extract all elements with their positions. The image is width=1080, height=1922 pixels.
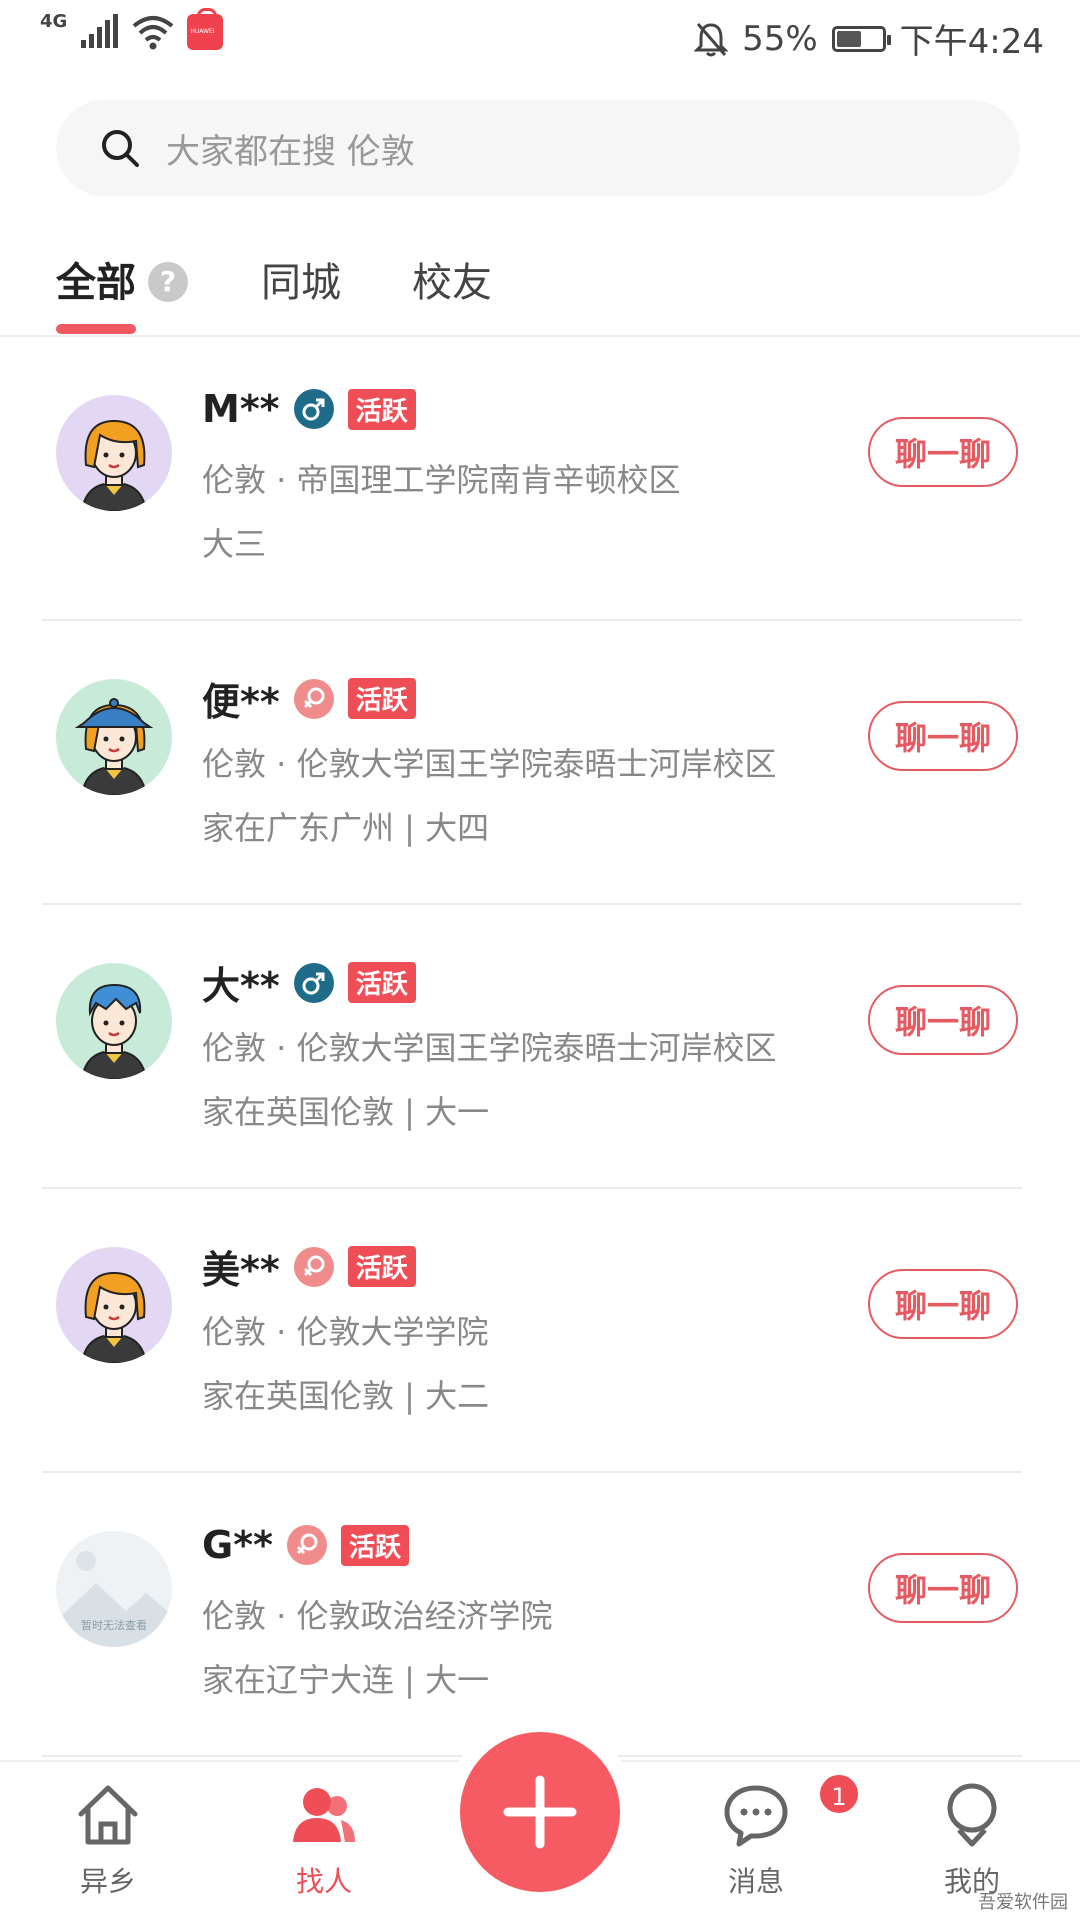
status-left: 4G HUAWEI	[40, 8, 224, 50]
svg-text:暂时无法查看: 暂时无法查看	[81, 1618, 147, 1632]
user-info: 大三	[202, 525, 267, 563]
chat-button[interactable]: 聊一聊	[868, 985, 1018, 1055]
name-row: 便** 活跃	[202, 671, 416, 726]
female-icon	[293, 1246, 334, 1287]
avatar[interactable]	[56, 1247, 172, 1363]
nav-messages[interactable]: 1 消息	[676, 1772, 861, 1900]
name-row: 大** 活跃	[202, 955, 416, 1010]
search-placeholder: 大家都在搜 伦敦	[166, 131, 415, 172]
nav-find-people[interactable]: 找人	[244, 1780, 404, 1900]
male-icon	[293, 962, 334, 1003]
male-icon	[293, 389, 334, 429]
active-badge: 活跃	[347, 388, 416, 430]
female-icon	[286, 1525, 327, 1565]
tab-same-city[interactable]: 同城	[261, 250, 341, 308]
search-icon	[102, 130, 139, 167]
message-count-badge: 1	[817, 1772, 861, 1816]
signal-icon	[81, 14, 119, 48]
chat-button[interactable]: 聊一聊	[868, 417, 1018, 487]
user-school: 伦敦 · 伦敦政治经济学院	[202, 1597, 553, 1635]
battery-level	[836, 30, 861, 47]
avatar[interactable]	[56, 679, 172, 795]
user-info: 家在辽宁大连 | 大一	[202, 1661, 490, 1699]
help-icon[interactable]: ?	[148, 262, 188, 302]
name-row: G** 活跃	[202, 1523, 409, 1567]
user-school: 伦敦 · 伦敦大学国王学院泰晤士河岸校区	[202, 745, 777, 783]
user-school: 伦敦 · 帝国理工学院南肯辛顿校区	[202, 461, 681, 499]
status-right: 55% 下午4:24	[694, 14, 1044, 63]
app-notification-icon: HUAWEI	[187, 8, 224, 50]
user-list-item[interactable]: 美** 活跃伦敦 · 伦敦大学学院 家在英国伦敦 | 大二 聊一聊	[0, 1189, 1080, 1473]
tab-alumni[interactable]: 校友	[412, 250, 492, 308]
wifi-icon	[133, 16, 174, 50]
user-list: M** 活跃 伦敦 · 帝国理工学院南肯辛顿校区 大三 聊一聊 便** 活跃 伦敦 · 伦敦大…	[0, 337, 1080, 1757]
battery-icon	[831, 25, 891, 52]
search-bar[interactable]: 大家都在搜 伦敦	[56, 100, 1020, 196]
clock: 下午4:24	[899, 22, 1044, 62]
active-badge: 活跃	[340, 1524, 409, 1566]
chat-button[interactable]: 聊一聊	[868, 1269, 1018, 1339]
user-list-item[interactable]: 大** 活跃伦敦 · 伦敦大学国王学院泰晤士河岸校区 家在英国伦敦 | 大一 聊一聊	[0, 905, 1080, 1189]
network-type: 4G	[40, 11, 68, 32]
active-badge: 活跃	[347, 962, 416, 1003]
add-button[interactable]	[460, 1732, 620, 1892]
user-name: M**	[202, 387, 280, 431]
active-badge: 活跃	[347, 678, 416, 719]
name-row: M** 活跃	[202, 387, 416, 431]
chat-button[interactable]: 聊一聊	[868, 1553, 1018, 1623]
avatar[interactable]	[56, 395, 172, 511]
bell-muted-icon	[694, 22, 729, 56]
avatar[interactable]	[56, 963, 172, 1079]
user-name: G**	[202, 1523, 273, 1567]
chat-button[interactable]: 聊一聊	[868, 701, 1018, 771]
avatar[interactable]: 暂时无法查看	[56, 1531, 172, 1647]
user-name: 美**	[202, 1248, 280, 1292]
profile-icon	[947, 1783, 997, 1847]
user-list-item[interactable]: M** 活跃伦敦 · 帝国理工学院南肯辛顿校区 大三 聊一聊	[0, 337, 1080, 621]
user-info: 家在英国伦敦 | 大二	[202, 1377, 490, 1415]
female-icon	[293, 678, 334, 719]
user-school: 伦敦 · 伦敦大学国王学院泰晤士河岸校区	[202, 1029, 777, 1067]
battery-percent: 55%	[742, 18, 818, 59]
user-info: 家在广东广州 | 大四	[202, 809, 490, 847]
user-school: 伦敦 · 伦敦大学学院	[202, 1313, 489, 1351]
watermark: 吾爱软件园	[978, 1892, 1068, 1913]
name-row: 美** 活跃	[202, 1239, 416, 1294]
user-name: 便**	[202, 680, 280, 724]
home-icon	[78, 1785, 138, 1845]
user-name: 大**	[202, 964, 280, 1008]
active-badge: 活跃	[347, 1246, 416, 1287]
user-list-item[interactable]: 便** 活跃伦敦 · 伦敦大学国王学院泰晤士河岸校区 家在广东广州 | 大四 聊一聊	[0, 621, 1080, 905]
tab-active-indicator	[56, 324, 136, 334]
tab-all[interactable]: 全部	[56, 250, 136, 308]
user-list-item[interactable]: 暂时无法查看 G** 活跃伦敦 · 伦敦政治经济学院 家在辽宁大连 | 大一 聊一聊	[0, 1473, 1080, 1757]
chat-bubble-icon	[724, 1785, 788, 1847]
status-bar: 4G HUAWEI 55% 下午4:24	[0, 0, 1080, 72]
user-info: 家在英国伦敦 | 大一	[202, 1093, 490, 1131]
people-icon	[293, 1788, 355, 1842]
plus-icon	[503, 1775, 577, 1849]
nav-home[interactable]: 异乡	[28, 1780, 188, 1900]
nav-me[interactable]: 我的	[892, 1780, 1052, 1900]
